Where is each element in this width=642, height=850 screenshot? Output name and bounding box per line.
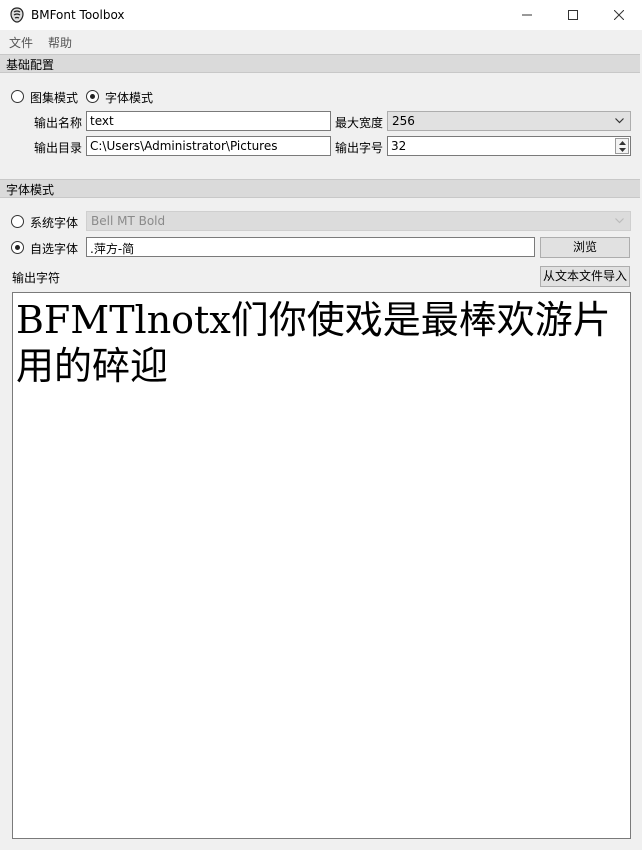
spin-down-icon — [618, 147, 626, 152]
max-width-value: 256 — [392, 114, 415, 128]
output-size-label: 输出字号 — [335, 141, 384, 155]
custom-font-radio[interactable] — [11, 241, 24, 254]
minimize-button[interactable] — [504, 0, 550, 30]
font-mode-header: 字体模式 — [0, 179, 640, 198]
spin-up-button[interactable] — [616, 139, 628, 146]
close-button[interactable] — [596, 0, 642, 30]
font-mode-label: 字体模式 — [105, 91, 154, 105]
font-mode-title: 字体模式 — [6, 183, 55, 197]
output-name-label: 输出名称 — [34, 116, 83, 130]
bmfont-app-icon — [9, 7, 25, 23]
system-font-value: Bell MT Bold — [91, 214, 166, 228]
custom-font-label: 自选字体 — [30, 242, 79, 256]
font-mode-radio[interactable] — [86, 90, 99, 103]
chevron-down-icon — [615, 218, 624, 224]
output-size-spinbox[interactable]: 32 — [387, 136, 631, 156]
basic-config-header: 基础配置 — [0, 54, 640, 73]
menu-bar: 文件 帮助 — [0, 30, 642, 53]
output-chars-label: 输出字符 — [12, 271, 61, 285]
menu-file[interactable]: 文件 — [9, 34, 33, 51]
basic-config-title: 基础配置 — [6, 58, 55, 72]
output-chars-text: BFMTlnotx们你使戏是最棒欢游片用的碎迎 — [16, 298, 611, 388]
custom-font-input[interactable]: .萍方-简 — [86, 237, 535, 257]
spin-up-icon — [618, 140, 626, 145]
import-from-file-button[interactable]: 从文本文件导入 — [540, 266, 630, 287]
output-dir-label: 输出目录 — [34, 141, 83, 155]
chevron-down-icon — [615, 118, 624, 124]
maximize-icon — [568, 10, 578, 20]
system-font-label: 系统字体 — [30, 216, 79, 230]
maximize-button[interactable] — [550, 0, 596, 30]
max-width-label: 最大宽度 — [335, 116, 384, 130]
spin-buttons — [615, 138, 629, 154]
output-name-input[interactable]: text — [86, 111, 331, 131]
max-width-select[interactable]: 256 — [387, 111, 631, 131]
browse-button[interactable]: 浏览 — [540, 237, 630, 258]
title-bar: BMFont Toolbox — [0, 0, 642, 30]
spin-down-button[interactable] — [616, 146, 628, 153]
close-icon — [614, 10, 624, 20]
atlas-mode-label: 图集模式 — [30, 91, 79, 105]
output-size-value: 32 — [391, 139, 407, 153]
atlas-mode-radio[interactable] — [11, 90, 24, 103]
system-font-select[interactable]: Bell MT Bold — [86, 211, 631, 231]
minimize-icon — [522, 14, 532, 16]
system-font-radio[interactable] — [11, 215, 24, 228]
menu-help[interactable]: 帮助 — [48, 34, 72, 51]
output-chars-textarea[interactable]: BFMTlnotx们你使戏是最棒欢游片用的碎迎 — [12, 292, 631, 839]
output-dir-input[interactable]: C:\Users\Administrator\Pictures — [86, 136, 331, 156]
window-title: BMFont Toolbox — [31, 8, 125, 22]
